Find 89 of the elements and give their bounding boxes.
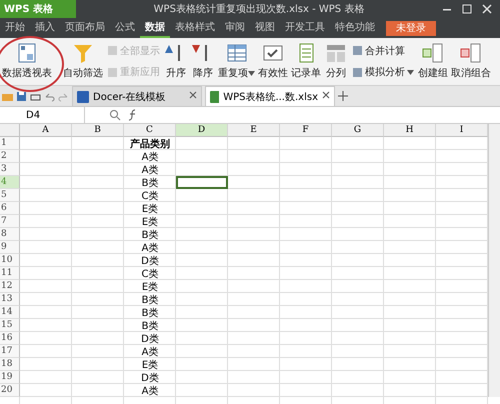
ribbon-button[interactable]: 分列 — [323, 40, 349, 83]
table-cell-text: B类 — [140, 176, 160, 189]
table-cell-text: E类 — [140, 358, 160, 371]
row-header[interactable]: 13 — [0, 293, 20, 306]
row-header[interactable]: 9 — [0, 241, 20, 254]
table-cell-text: B类 — [140, 294, 160, 306]
row-header[interactable]: 20 — [0, 384, 20, 397]
ribbon-button[interactable]: 数据透视表 — [1, 40, 53, 83]
ribbon-button[interactable]: 取消组合 — [450, 40, 492, 83]
row-header[interactable]: 3 — [0, 163, 20, 176]
table-cell-text: C类 — [140, 268, 160, 280]
column-header[interactable]: I — [436, 124, 488, 137]
column-header[interactable]: H — [384, 124, 436, 137]
table-cell-text: A类 — [140, 346, 160, 358]
document-tab[interactable]: Docer-在线模板 — [72, 86, 202, 106]
column-header[interactable]: B — [72, 124, 124, 137]
row-header[interactable]: 5 — [0, 189, 20, 202]
active-cell[interactable] — [176, 176, 228, 189]
spreadsheet-icon — [210, 90, 220, 102]
app-menu-button[interactable]: WPS 表格 — [0, 0, 76, 18]
table-cell-text: A类 — [140, 384, 160, 397]
undo-icon[interactable] — [44, 90, 55, 102]
menu-tab[interactable]: 插入 — [30, 18, 60, 38]
zoom-icon[interactable] — [109, 109, 121, 121]
ribbon-button[interactable]: 升序 — [163, 40, 189, 83]
ribbon-button[interactable]: 重复项 — [217, 40, 256, 83]
ribbon-button[interactable]: 创建组 — [417, 40, 449, 83]
column-header[interactable]: G — [332, 124, 384, 137]
row-header[interactable]: 11 — [0, 267, 20, 280]
row-header[interactable]: 19 — [0, 371, 20, 384]
menu-tab[interactable]: 开发工具 — [280, 18, 330, 38]
ribbon-small-button[interactable]: 模拟分析 — [352, 65, 414, 80]
ribbon-small-button[interactable]: 合并计算 — [352, 44, 414, 58]
row-header[interactable]: 10 — [0, 254, 20, 267]
window-title: WPS表格统计重复项出现次数.xlsx - WPS 表格 — [152, 2, 366, 16]
menu-tab[interactable]: 开始 — [0, 18, 30, 38]
row-header[interactable]: 17 — [0, 345, 20, 358]
table-icon — [224, 42, 248, 64]
menu-tab[interactable]: 特色功能 — [330, 18, 380, 38]
table-cell-text: B类 — [140, 306, 160, 319]
column-header[interactable]: F — [280, 124, 332, 137]
row-header[interactable]: 12 — [0, 280, 20, 293]
table-cell-text: 产品类别 — [129, 138, 171, 150]
column-header[interactable]: A — [20, 124, 72, 137]
table-cell-text: E类 — [140, 280, 160, 293]
row-header[interactable]: 18 — [0, 358, 20, 371]
row-header[interactable]: 1 — [0, 137, 20, 150]
table-cell-text: E类 — [140, 216, 160, 228]
row-header[interactable]: 6 — [0, 202, 20, 215]
row-header[interactable]: 16 — [0, 332, 20, 345]
table-cell-text: A类 — [140, 150, 160, 163]
menu-tab[interactable]: 公式 — [110, 18, 140, 38]
row-header[interactable]: 14 — [0, 306, 20, 319]
table-cell-text: C类 — [140, 190, 160, 202]
split-columns-icon — [324, 42, 348, 64]
menu-tab[interactable]: 页面布局 — [60, 18, 110, 38]
document-tab[interactable]: WPS表格统...数.xlsx — [205, 86, 335, 106]
row-header[interactable]: 8 — [0, 228, 20, 241]
ribbon-button[interactable]: 降序 — [190, 40, 216, 83]
table-cell-text: B类 — [140, 228, 160, 241]
table-cell-text: D类 — [140, 332, 160, 345]
menu-tab[interactable]: 视图 — [250, 18, 280, 38]
row-header[interactable]: 7 — [0, 215, 20, 228]
table-cell-text: D类 — [140, 254, 160, 267]
ungroup-icon — [459, 42, 483, 64]
close-icon[interactable] — [482, 4, 492, 14]
column-header[interactable]: E — [228, 124, 280, 137]
menu-tab[interactable]: 审阅 — [220, 18, 250, 38]
group-icon — [421, 42, 445, 64]
maximize-icon[interactable] — [462, 4, 472, 14]
document-icon — [77, 90, 89, 102]
menu-tab[interactable]: 表格样式 — [170, 18, 220, 38]
funnel-icon — [71, 42, 95, 64]
ribbon-button[interactable]: 有效性 — [257, 40, 289, 83]
table-cell-text: B类 — [140, 320, 160, 332]
plus-icon[interactable] — [338, 91, 348, 101]
column-header[interactable]: C — [124, 124, 176, 137]
vertical-scrollbar[interactable] — [488, 124, 500, 397]
table-cell-text: D类 — [140, 372, 160, 384]
row-header[interactable]: 2 — [0, 150, 20, 163]
ribbon-button[interactable]: 记录单 — [290, 40, 322, 83]
name-box[interactable]: D4 — [0, 107, 85, 123]
row-header[interactable]: 15 — [0, 319, 20, 332]
save-icon[interactable] — [16, 90, 27, 102]
table-cell-text: A类 — [140, 242, 160, 254]
table-cell-text: E类 — [140, 202, 160, 215]
column-header[interactable]: D — [176, 124, 228, 137]
ribbon-button[interactable]: 自动筛选 — [62, 40, 104, 83]
table-cell-text: A类 — [140, 164, 160, 176]
